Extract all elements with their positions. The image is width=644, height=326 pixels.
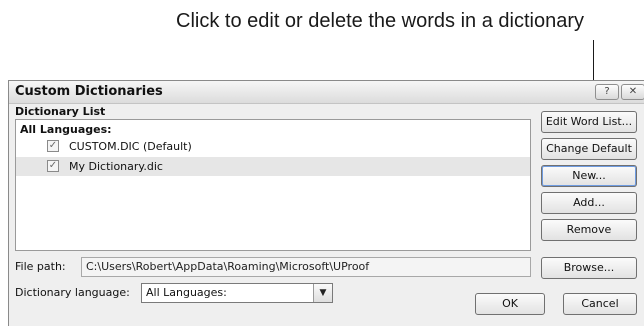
custom-dictionaries-dialog: Custom Dictionaries ? ✕ Dictionary List … [8, 80, 644, 326]
cancel-button[interactable]: Cancel [563, 293, 637, 315]
edit-word-list-button[interactable]: Edit Word List... [541, 111, 637, 133]
check-icon: ✓ [48, 160, 58, 171]
remove-button[interactable]: Remove [541, 219, 637, 241]
browse-button[interactable]: Browse... [541, 257, 637, 279]
close-button[interactable]: ✕ [621, 84, 644, 100]
checkbox-custom-dic[interactable]: ✓ [47, 140, 59, 152]
new-button[interactable]: New... [541, 165, 637, 187]
group-heading: All Languages: [20, 123, 112, 136]
check-icon: ✓ [48, 140, 58, 151]
dictionary-language-select[interactable]: All Languages: ▼ [141, 283, 333, 303]
dialog-title: Custom Dictionaries [15, 84, 163, 99]
list-item-label: CUSTOM.DIC (Default) [69, 140, 192, 153]
add-button[interactable]: Add... [541, 192, 637, 214]
list-item[interactable]: ✓ CUSTOM.DIC (Default) [16, 137, 530, 156]
close-icon: ✕ [628, 86, 638, 97]
callout-leader-line [593, 40, 594, 82]
help-icon: ? [604, 86, 610, 97]
checkbox-my-dictionary[interactable]: ✓ [47, 160, 59, 172]
callout-text: Click to edit or delete the words in a d… [176, 10, 584, 32]
list-item[interactable]: ✓ My Dictionary.dic [16, 157, 530, 176]
help-button[interactable]: ? [595, 84, 619, 100]
ok-button[interactable]: OK [475, 293, 545, 315]
chevron-down-icon[interactable]: ▼ [313, 284, 332, 302]
list-item-label: My Dictionary.dic [69, 160, 163, 173]
dictionary-list-label: Dictionary List [15, 105, 106, 118]
file-path-label: File path: [15, 260, 66, 273]
dictionary-language-label: Dictionary language: [15, 286, 130, 299]
change-default-button[interactable]: Change Default [541, 138, 637, 160]
dictionary-listbox[interactable]: All Languages: ✓ CUSTOM.DIC (Default) ✓ … [15, 119, 531, 251]
language-select-value: All Languages: [146, 286, 227, 299]
file-path-field: C:\Users\Robert\AppData\Roaming\Microsof… [81, 257, 531, 277]
dialog-titlebar: Custom Dictionaries ? ✕ [9, 81, 644, 104]
